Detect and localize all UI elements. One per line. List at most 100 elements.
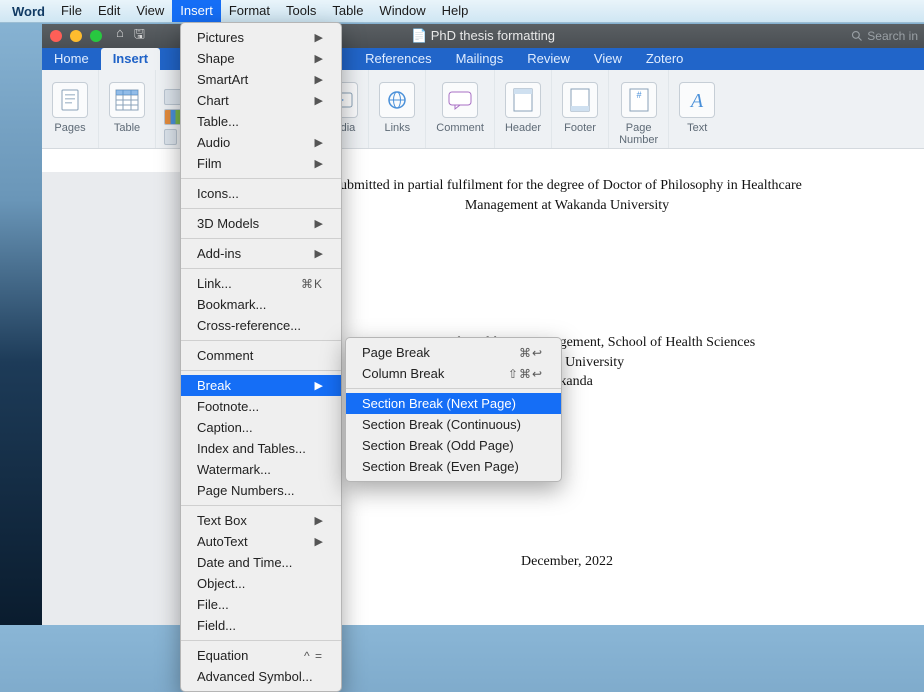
header-icon	[505, 82, 541, 118]
pages-label: Pages	[54, 122, 85, 146]
chevron-right-icon: ▶	[315, 73, 323, 86]
menu-item-page-break[interactable]: Page Break⌘↩	[346, 342, 561, 363]
menu-item-section-break-even-page[interactable]: Section Break (Even Page)	[346, 456, 561, 477]
chevron-right-icon: ▶	[315, 94, 323, 107]
menu-item-3d-models[interactable]: 3D Models▶	[181, 213, 341, 234]
ribbon-group-footer[interactable]: Footer	[552, 70, 609, 148]
text-label: Text	[687, 122, 707, 146]
menu-item-cross-reference[interactable]: Cross-reference...	[181, 315, 341, 336]
menu-table[interactable]: Table	[324, 0, 371, 22]
menu-view[interactable]: View	[128, 0, 172, 22]
chevron-right-icon: ▶	[315, 217, 323, 230]
shortcut-label: ⌘K	[301, 277, 323, 291]
footer-icon	[562, 82, 598, 118]
search-placeholder: Search in	[867, 29, 918, 43]
menu-item-chart[interactable]: Chart▶	[181, 90, 341, 111]
menu-item-film[interactable]: Film▶	[181, 153, 341, 174]
chevron-right-icon: ▶	[315, 379, 323, 392]
shortcut-label: ^ =	[304, 649, 323, 663]
menu-tools[interactable]: Tools	[278, 0, 324, 22]
menu-file[interactable]: File	[53, 0, 90, 22]
page-number-icon: #	[621, 82, 657, 118]
menu-item-bookmark[interactable]: Bookmark...	[181, 294, 341, 315]
menu-item-section-break-continuous[interactable]: Section Break (Continuous)	[346, 414, 561, 435]
tab-home[interactable]: Home	[42, 48, 101, 70]
chevron-right-icon: ▶	[315, 31, 323, 44]
window-close-button[interactable]	[50, 30, 62, 42]
menu-help[interactable]: Help	[434, 0, 477, 22]
tab-references[interactable]: References	[353, 48, 443, 70]
window-minimize-button[interactable]	[70, 30, 82, 42]
search-box[interactable]: Search in	[845, 24, 924, 48]
ribbon-tabs: HomeInsert ReferencesMailingsReviewViewZo…	[42, 48, 924, 70]
ribbon-group-page-number[interactable]: # Page Number	[609, 70, 669, 148]
chevron-right-icon: ▶	[315, 136, 323, 149]
chevron-right-icon: ▶	[315, 247, 323, 260]
menu-item-index-and-tables[interactable]: Index and Tables...	[181, 438, 341, 459]
menu-item-pictures[interactable]: Pictures▶	[181, 27, 341, 48]
menu-format[interactable]: Format	[221, 0, 278, 22]
home-icon[interactable]: ⌂	[116, 25, 124, 47]
menu-item-section-break-next-page[interactable]: Section Break (Next Page)	[346, 393, 561, 414]
menu-item-footnote[interactable]: Footnote...	[181, 396, 341, 417]
menu-edit[interactable]: Edit	[90, 0, 128, 22]
app-window: ⌂ 🖫 PhD thesis formatting Search in Home…	[42, 24, 924, 625]
menu-item-add-ins[interactable]: Add-ins▶	[181, 243, 341, 264]
menu-item-advanced-symbol[interactable]: Advanced Symbol...	[181, 666, 341, 687]
menu-item-field[interactable]: Field...	[181, 615, 341, 636]
menu-item-object[interactable]: Object...	[181, 573, 341, 594]
menu-insert[interactable]: Insert	[172, 0, 221, 22]
menu-item-watermark[interactable]: Watermark...	[181, 459, 341, 480]
ribbon-group-comment[interactable]: Comment	[426, 70, 495, 148]
menu-item-comment[interactable]: Comment	[181, 345, 341, 366]
links-label: Links	[384, 122, 410, 146]
menu-item-section-break-odd-page[interactable]: Section Break (Odd Page)	[346, 435, 561, 456]
window-zoom-button[interactable]	[90, 30, 102, 42]
ribbon-group-header[interactable]: Header	[495, 70, 552, 148]
menu-item-shape[interactable]: Shape▶	[181, 48, 341, 69]
comment-icon	[442, 82, 478, 118]
menu-item-file[interactable]: File...	[181, 594, 341, 615]
chevron-right-icon: ▶	[315, 52, 323, 65]
chevron-right-icon: ▶	[315, 157, 323, 170]
save-icon[interactable]: 🖫	[134, 25, 145, 47]
comment-label: Comment	[436, 122, 484, 146]
app-name: Word	[4, 4, 53, 19]
menu-item-link[interactable]: Link...⌘K	[181, 273, 341, 294]
menu-item-table[interactable]: Table...	[181, 111, 341, 132]
menu-item-audio[interactable]: Audio▶	[181, 132, 341, 153]
menu-item-smartart[interactable]: SmartArt▶	[181, 69, 341, 90]
menu-item-autotext[interactable]: AutoText▶	[181, 531, 341, 552]
page-number-label: Page Number	[619, 122, 658, 146]
table-label: Table	[114, 122, 140, 146]
tab-mailings[interactable]: Mailings	[444, 48, 516, 70]
menu-item-column-break[interactable]: Column Break⇧⌘↩	[346, 363, 561, 384]
document-title: PhD thesis formatting	[42, 28, 924, 44]
tab-view[interactable]: View	[582, 48, 634, 70]
links-icon	[379, 82, 415, 118]
screenshot-icon	[164, 129, 177, 145]
tab-review[interactable]: Review	[515, 48, 582, 70]
menu-item-break[interactable]: Break▶	[181, 375, 341, 396]
ribbon-group-text[interactable]: A Text	[669, 70, 725, 148]
chevron-right-icon: ▶	[315, 535, 323, 548]
footer-label: Footer	[564, 122, 596, 146]
menu-window[interactable]: Window	[371, 0, 433, 22]
search-icon	[851, 30, 863, 42]
ribbon-group-links[interactable]: Links	[369, 70, 426, 148]
menu-item-page-numbers[interactable]: Page Numbers...	[181, 480, 341, 501]
insert-menu: Pictures▶Shape▶SmartArt▶Chart▶Table...Au…	[180, 22, 342, 692]
ribbon-group-pages[interactable]: Pages	[42, 70, 99, 148]
break-submenu: Page Break⌘↩Column Break⇧⌘↩ Section Break…	[345, 337, 562, 482]
menu-item-text-box[interactable]: Text Box▶	[181, 510, 341, 531]
menu-item-equation[interactable]: Equation^ =	[181, 645, 341, 666]
menu-item-icons[interactable]: Icons...	[181, 183, 341, 204]
tab-zotero[interactable]: Zotero	[634, 48, 696, 70]
tab-insert[interactable]: Insert	[101, 48, 160, 70]
menu-item-date-and-time[interactable]: Date and Time...	[181, 552, 341, 573]
ribbon-group-table[interactable]: Table	[99, 70, 156, 148]
text-icon: A	[679, 82, 715, 118]
menu-item-caption[interactable]: Caption...	[181, 417, 341, 438]
table-icon	[109, 82, 145, 118]
shortcut-label: ⌘↩	[519, 346, 543, 360]
